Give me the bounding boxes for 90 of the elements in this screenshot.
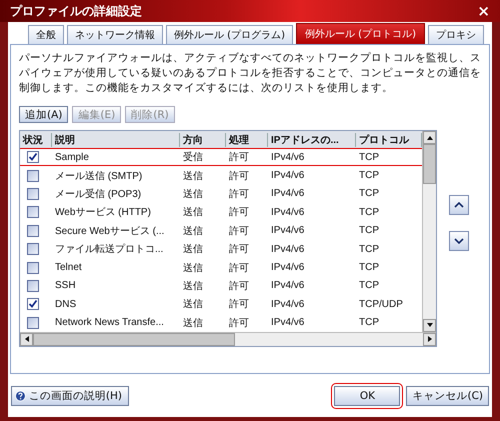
table-cell-text: TCP: [358, 225, 380, 236]
arrow-up-icon: [426, 136, 432, 140]
table-cell-text: 許可: [228, 280, 250, 293]
scrollbar-thumb[interactable]: [423, 144, 436, 184]
table-cell-text: Secure Webサービス (...: [54, 224, 166, 238]
tab[interactable]: 例外ルール (プログラム): [166, 25, 293, 44]
checkbox[interactable]: [27, 224, 39, 237]
column-header[interactable]: 状況: [20, 132, 52, 146]
table-cell-text: TCP: [358, 317, 380, 328]
table-cell-text: 許可: [228, 262, 250, 275]
horizontal-scrollbar[interactable]: [20, 332, 436, 346]
checkbox[interactable]: [27, 206, 39, 218]
table-cell-text: Telnet: [54, 262, 83, 274]
table-cell-text: TCP: [358, 206, 380, 218]
window-title: プロファイルの詳細設定: [10, 2, 143, 20]
action-button[interactable]: 追加(A): [19, 106, 68, 123]
checkbox[interactable]: [27, 280, 39, 292]
table-cell-text: 許可: [228, 316, 250, 330]
table-cell-text: TCP/UDP: [358, 298, 404, 310]
column-header[interactable]: 処理: [226, 132, 268, 146]
table-cell-text: IPv4/v6: [270, 152, 306, 163]
checkbox[interactable]: [27, 262, 39, 274]
table-cell-text: TCP: [358, 280, 380, 292]
question-icon: [15, 389, 26, 403]
table-cell-text: IPv4/v6: [270, 262, 306, 274]
table-cell-text: DNS: [54, 298, 78, 310]
table-cell-text: IPv4/v6: [270, 244, 306, 255]
tab[interactable]: 全般: [28, 25, 64, 44]
table-cell-text: 許可: [228, 242, 250, 256]
cancel-button[interactable]: キャンセル(C): [406, 386, 489, 406]
checkbox[interactable]: [27, 151, 39, 164]
checkbox[interactable]: [27, 243, 39, 256]
table-cell-text: メール受信 (POP3): [54, 188, 142, 201]
table-cell-text: TCP: [358, 152, 380, 163]
table-cell-text: Sample: [54, 152, 90, 163]
table-cell-text: 許可: [228, 150, 250, 164]
table-cell-text: TCP: [358, 244, 380, 255]
table-cell-text: 送信: [182, 280, 204, 293]
table-cell-text: 受信: [182, 150, 204, 164]
table-cell-text: メール送信 (SMTP): [54, 170, 144, 183]
table-cell-text: IPv4/v6: [270, 317, 306, 328]
table-cell-text: 許可: [228, 170, 250, 183]
move-up-button[interactable]: [449, 195, 469, 216]
vertical-scrollbar[interactable]: [422, 131, 436, 332]
table-cell-text: 許可: [228, 298, 250, 312]
table-cell-text: IPv4/v6: [270, 188, 306, 200]
tab[interactable]: プロキシ: [428, 25, 484, 44]
scrollbar-thumb[interactable]: [33, 332, 235, 346]
table-cell-text: Network News Transfe...: [54, 317, 165, 328]
table-cell-text: 送信: [182, 170, 204, 183]
arrow-left-icon: [24, 336, 28, 342]
chevron-down-icon: [454, 238, 464, 244]
table-cell-text: 送信: [182, 206, 204, 220]
table-cell-text: TCP: [358, 170, 380, 182]
tab[interactable]: ネットワーク情報: [67, 25, 163, 44]
checkbox[interactable]: [27, 188, 39, 200]
checkbox[interactable]: [27, 298, 39, 310]
column-header[interactable]: 方向: [180, 132, 226, 146]
chevron-up-icon: [454, 202, 464, 208]
table-cell-text: IPv4/v6: [270, 280, 306, 292]
move-down-button[interactable]: [449, 231, 469, 252]
help-button[interactable]: この画面の説明(H): [11, 386, 129, 406]
table-cell-text: 送信: [182, 243, 204, 256]
table-cell-text: IPv4/v6: [270, 298, 306, 310]
table-cell-text: 許可: [228, 224, 250, 238]
table-cell-text: 送信: [182, 316, 204, 330]
column-header[interactable]: 説明: [52, 132, 180, 146]
table-cell-text: 送信: [182, 224, 204, 238]
table-cell-text: SSH: [54, 280, 77, 292]
table-cell-text: TCP: [358, 262, 380, 274]
ok-button[interactable]: OK: [334, 386, 400, 406]
table-cell-text: 許可: [228, 206, 250, 220]
table-cell-text: Webサービス (HTTP): [54, 206, 152, 220]
table-cell-text: 許可: [228, 188, 250, 201]
close-button[interactable]: ×: [477, 2, 490, 20]
arrow-right-icon: [428, 336, 432, 342]
arrow-down-icon: [426, 323, 432, 328]
table-cell-text: IPv4/v6: [270, 170, 306, 182]
table-cell-text: ファイル転送プロトコ...: [54, 242, 164, 256]
checkbox[interactable]: [27, 316, 39, 329]
table-cell-text: IPv4/v6: [270, 225, 306, 236]
description-text: パーソナルファイアウォールは、アクティブなすべてのネットワークプロトコルを監視し、スパイウェアが使用している疑いのあるプロトコルを拒否することで、コンピュータとの通信を制御します。この機能をカスタマイズするには、次のリストを使用します。: [19, 51, 481, 96]
table-cell-text: 送信: [182, 298, 204, 312]
column-header[interactable]: IPアドレスの...: [268, 132, 356, 146]
table-cell-text: 送信: [182, 262, 204, 275]
table-cell-text: TCP: [358, 188, 380, 200]
tab[interactable]: 例外ルール (プロトコル): [296, 23, 425, 44]
table-cell-text: IPv4/v6: [270, 206, 306, 218]
checkbox[interactable]: [27, 170, 39, 182]
table-cell-text: 送信: [182, 188, 204, 201]
